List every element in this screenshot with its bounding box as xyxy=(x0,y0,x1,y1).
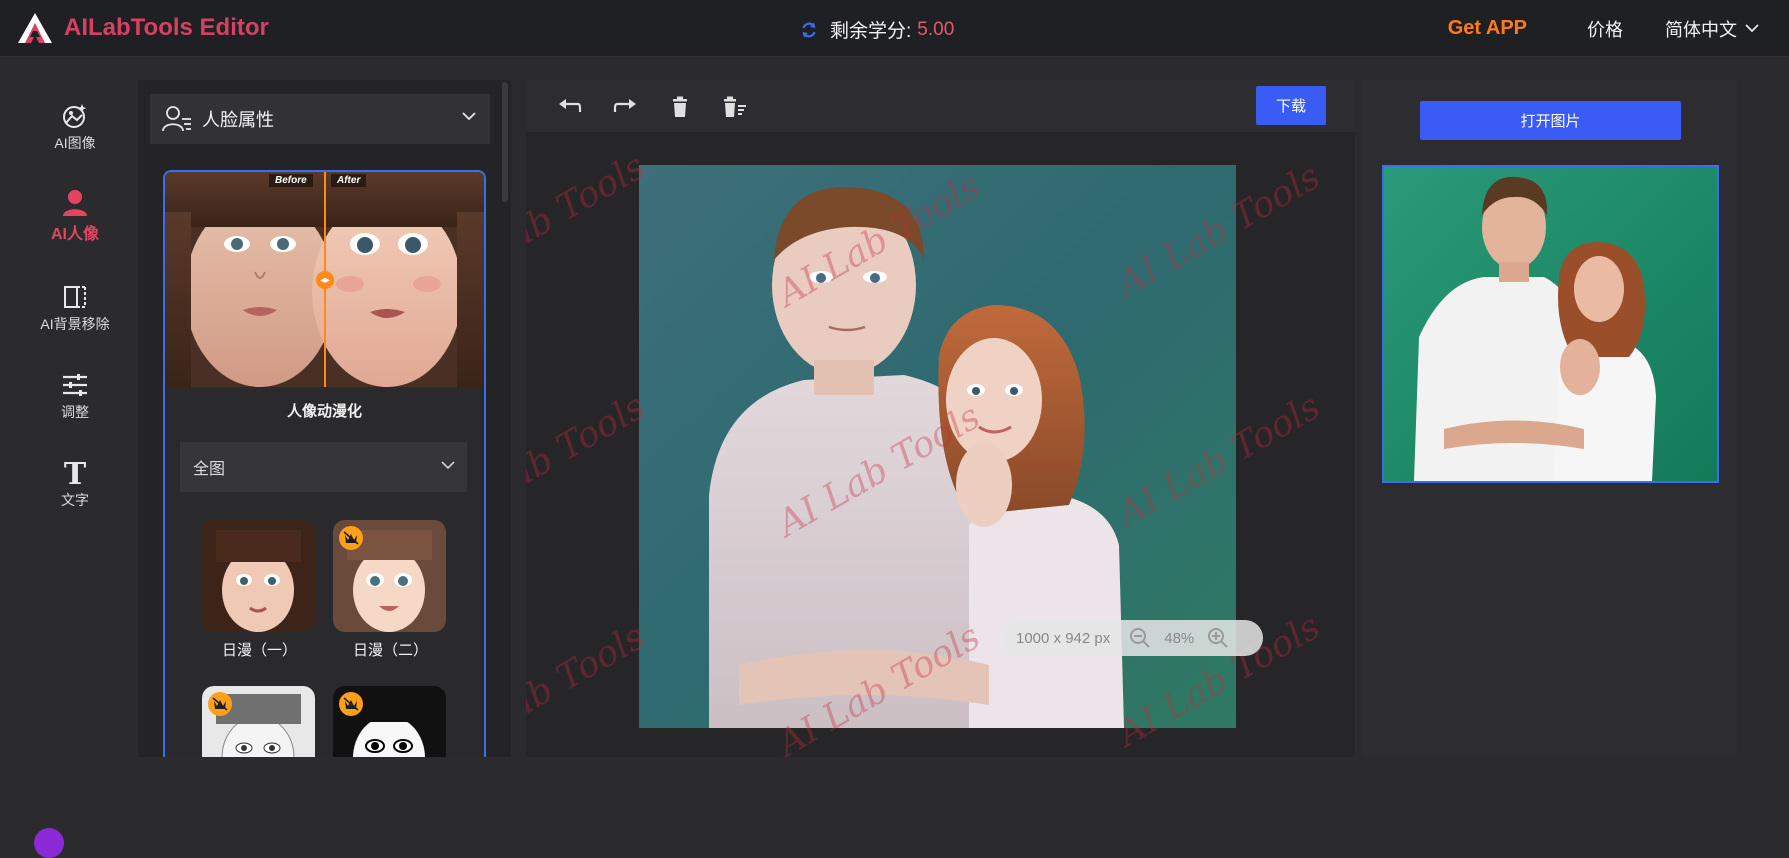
canvas-workspace: 下载 AI Lab Tools AI Lab Tools AI Lab Tool… xyxy=(526,80,1355,757)
watermark-text: AI Lab Tools xyxy=(526,616,653,757)
adjust-sliders-icon xyxy=(60,370,90,400)
clear-all-button[interactable] xyxy=(721,93,749,121)
zoom-bar: 1000 x 942 px 48% xyxy=(1003,620,1263,656)
before-after-preview: Before After ◂▸ xyxy=(165,172,484,387)
anime-feature-card[interactable]: Before After ◂▸ 人像动漫化 全图 日漫（一） 日漫（二） xyxy=(163,170,486,757)
premium-badge-icon xyxy=(208,692,232,716)
nav-adjust-label: 调整 xyxy=(61,404,89,420)
ai-image-icon xyxy=(60,101,90,131)
language-label: 简体中文 xyxy=(1665,19,1737,40)
brand[interactable]: AILabTools Editor xyxy=(16,10,269,46)
text-icon: T xyxy=(60,458,90,488)
chevron-down-icon xyxy=(441,461,455,470)
top-header: AILabTools Editor 剩余学分: 5.00 Get APP 价格 … xyxy=(0,0,1789,57)
trash-icon xyxy=(673,96,687,117)
style-option-sketch-1[interactable] xyxy=(202,686,317,757)
style-label: 日漫（一） xyxy=(221,642,297,659)
language-select[interactable]: 简体中文 xyxy=(1665,16,1759,42)
premium-badge-icon xyxy=(339,526,363,550)
style-option-sketch-2[interactable] xyxy=(333,686,448,757)
style-thumb xyxy=(333,520,446,632)
nav-ai-image-label: AI图像 xyxy=(54,135,96,151)
zoom-in-button[interactable] xyxy=(1206,626,1230,650)
chevron-down-icon xyxy=(462,112,476,121)
nav-ai-image[interactable]: AI图像 xyxy=(0,101,150,153)
style-label: 日漫（二） xyxy=(352,642,428,659)
credits-value: 5.00 xyxy=(917,18,955,40)
style-thumb xyxy=(202,686,315,757)
left-nav: AI图像 AI人像 AI背景移除 调整 T 文字 xyxy=(0,57,140,757)
style-thumb xyxy=(333,686,446,757)
brand-title: AILabTools Editor xyxy=(64,14,269,41)
before-label: Before xyxy=(269,174,313,187)
nav-ai-portrait[interactable]: AI人像 xyxy=(0,188,150,244)
zoom-in-icon xyxy=(1208,628,1228,648)
face-attributes-icon xyxy=(162,106,191,132)
style-thumb xyxy=(202,520,315,632)
nav-text-label: 文字 xyxy=(61,492,89,508)
delete-button[interactable] xyxy=(666,93,694,121)
redo-icon xyxy=(613,99,636,112)
bg-remove-icon xyxy=(60,282,90,312)
portrait-icon xyxy=(60,188,90,218)
nav-bg-remove-label: AI背景移除 xyxy=(40,316,110,332)
premium-badge-icon xyxy=(339,692,363,716)
redo-button[interactable] xyxy=(611,93,639,121)
refresh-icon[interactable] xyxy=(800,21,818,39)
nav-ai-portrait-label: AI人像 xyxy=(50,226,99,243)
face-attributes-dropdown[interactable]: 人脸属性 xyxy=(150,94,490,144)
zoom-out-button[interactable] xyxy=(1128,626,1152,650)
svg-text:T: T xyxy=(64,459,87,487)
watermark-text: AI Lab Tools xyxy=(526,146,653,295)
get-app-link[interactable]: Get APP xyxy=(1448,17,1527,40)
original-image[interactable] xyxy=(1382,165,1719,483)
brand-logo-icon xyxy=(18,13,52,43)
compare-handle-icon[interactable]: ◂▸ xyxy=(316,271,334,289)
clear-all-icon xyxy=(724,96,746,117)
credits-label: 剩余学分: xyxy=(830,21,912,42)
open-image-button[interactable]: 打开图片 xyxy=(1420,101,1681,140)
nav-adjust[interactable]: 调整 xyxy=(0,370,150,422)
scope-value: 全图 xyxy=(193,461,226,478)
after-label: After xyxy=(331,174,367,187)
download-button[interactable]: 下载 xyxy=(1256,86,1326,125)
credits: 剩余学分: 5.00 xyxy=(800,16,954,43)
nav-bg-remove[interactable]: AI背景移除 xyxy=(0,282,150,334)
panel-scrollbar[interactable] xyxy=(502,82,508,202)
tool-panel: 人脸属性 Before After ◂▸ 人像动漫化 全图 日漫（一） 日漫（二… xyxy=(138,80,511,757)
feature-name: 人像动漫化 xyxy=(286,403,362,420)
style-option-anime-1[interactable]: 日漫（一） xyxy=(202,520,317,660)
chevron-down-icon xyxy=(1745,24,1759,33)
nav-text[interactable]: T 文字 xyxy=(0,458,150,510)
undo-button[interactable] xyxy=(556,93,584,121)
style-option-anime-2[interactable]: 日漫（二） xyxy=(333,520,448,660)
canvas-toolbar: 下载 xyxy=(526,80,1355,132)
watermark-text: AI Lab Tools xyxy=(526,386,653,535)
price-link[interactable]: 价格 xyxy=(1587,16,1623,42)
image-dimensions: 1000 x 942 px xyxy=(1016,629,1111,647)
original-image-panel: 打开图片 xyxy=(1362,80,1737,757)
zoom-out-icon xyxy=(1130,628,1150,648)
undo-icon xyxy=(559,99,582,112)
zoom-level: 48% xyxy=(1164,629,1195,647)
panel-title: 人脸属性 xyxy=(202,110,274,130)
scope-select[interactable]: 全图 xyxy=(180,442,467,492)
